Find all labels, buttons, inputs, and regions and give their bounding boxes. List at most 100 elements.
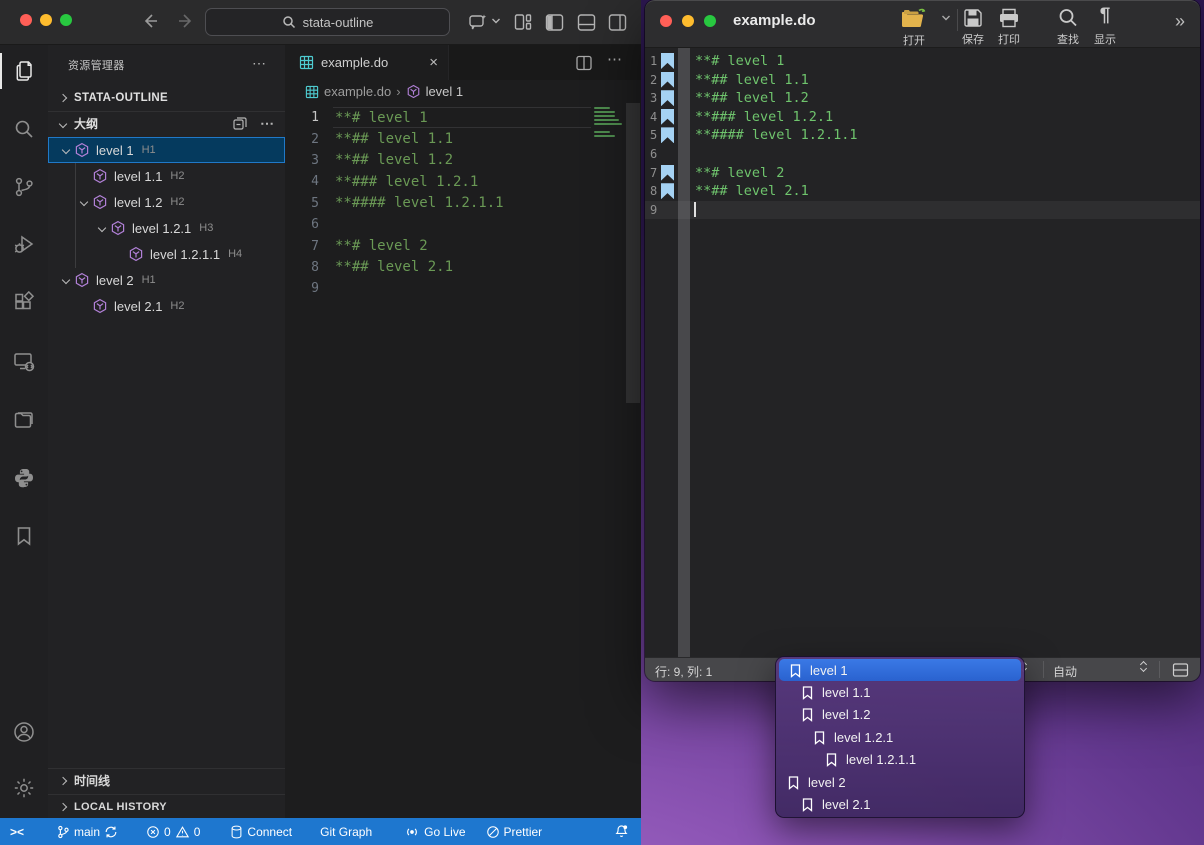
bookmark-flag-icon[interactable] — [661, 90, 674, 106]
settings-gear-icon[interactable] — [0, 766, 48, 810]
breadcrumb-file[interactable]: example.do — [324, 84, 391, 99]
back-arrow-icon[interactable] — [140, 11, 160, 31]
maximize-traffic-light[interactable] — [60, 14, 72, 26]
code-line: 8**## level 2.1 — [645, 182, 1200, 201]
save-button[interactable]: 保存 — [962, 7, 984, 47]
outline-item-level-1[interactable]: level 1 H1 — [48, 137, 285, 163]
prettier-item[interactable]: Prettier — [479, 818, 550, 845]
timeline-section-header[interactable]: 时间线 — [48, 768, 285, 792]
outline-section-header[interactable]: 大纲 ⋯ — [48, 111, 285, 135]
extensions-icon[interactable] — [0, 281, 48, 325]
outline-item-level-2-1[interactable]: level 2.1 H2 — [48, 293, 285, 319]
popup-item-level-2[interactable]: level 2 — [776, 771, 1024, 793]
outline-item-level-1-2[interactable]: level 1.2 H2 — [48, 189, 285, 215]
bookmark-flag-icon[interactable] — [661, 109, 674, 125]
bookmark-flag-icon[interactable] — [661, 72, 674, 88]
connect-item[interactable]: Connect — [223, 818, 299, 845]
editor-more-icon[interactable]: ⋯ — [607, 50, 623, 68]
auto-indent-select[interactable]: 自动 — [1053, 663, 1077, 680]
toggle-left-panel-icon[interactable] — [544, 12, 565, 33]
code-line: 6 — [645, 145, 1200, 164]
print-button[interactable]: 打印 — [997, 7, 1021, 47]
remote-explorer-icon[interactable] — [0, 340, 48, 384]
code-line: 5**#### level 1.2.1.1 — [285, 193, 641, 214]
bookmarks-icon[interactable] — [0, 514, 48, 558]
popup-item-level-1-2-1[interactable]: level 1.2.1 — [776, 726, 1024, 748]
collapse-all-icon[interactable] — [232, 116, 248, 132]
popup-item-level-1-1[interactable]: level 1.1 — [776, 681, 1024, 703]
popup-item-level-1[interactable]: level 1 — [779, 659, 1021, 681]
bookmark-popup-menu: level 1 level 1.1 level 1.2 level 1.2.1 … — [775, 656, 1025, 818]
problems-item[interactable]: 0 0 — [139, 818, 207, 845]
minimize-traffic-light[interactable] — [682, 15, 694, 27]
outline-item-level-2[interactable]: level 2 H1 — [48, 267, 285, 293]
git-graph-item[interactable]: Git Graph — [313, 818, 379, 845]
stata-code-editor[interactable]: 1**# level 1 2**## level 1.1 3**## level… — [645, 48, 1200, 657]
breadcrumb-symbol[interactable]: level 1 — [426, 84, 464, 99]
bookmark-flag-icon[interactable] — [661, 165, 674, 181]
copilot-chat-icon[interactable] — [468, 12, 488, 32]
maximize-traffic-light[interactable] — [704, 15, 716, 27]
code-line: 9 — [285, 278, 641, 299]
popup-item-level-1-2-1-1[interactable]: level 1.2.1.1 — [776, 749, 1024, 771]
editor-scrollbar[interactable] — [626, 103, 640, 403]
toolbar-overflow-icon[interactable]: » — [1175, 11, 1185, 32]
code-line: 6 — [285, 214, 641, 235]
code-line: 7**# level 2 — [285, 235, 641, 256]
outline-more-icon[interactable]: ⋯ — [260, 115, 275, 132]
show-invisibles-button[interactable]: ¶ 显示 — [1094, 5, 1116, 47]
bookmark-flag-icon[interactable] — [661, 127, 674, 143]
vscode-titlebar: stata-outline — [0, 0, 641, 45]
close-tab-icon[interactable]: × — [429, 54, 438, 71]
chevron-down-icon[interactable] — [491, 17, 501, 25]
split-view-icon[interactable] — [1172, 662, 1189, 678]
auto-select-stepper[interactable] — [1141, 662, 1146, 671]
toggle-right-panel-icon[interactable] — [607, 12, 628, 33]
open-button[interactable]: 打开 — [900, 6, 928, 48]
code-line: 8**## level 2.1 — [285, 257, 641, 278]
minimap[interactable] — [594, 107, 624, 139]
popup-item-level-1-2[interactable]: level 1.2 — [776, 704, 1024, 726]
project-manager-icon[interactable] — [0, 398, 48, 442]
code-line: 2**## level 1.1 — [645, 71, 1200, 90]
go-live-item[interactable]: Go Live — [397, 818, 472, 845]
editor-group: example.do × ⋯ example.do › level 1 1**#… — [285, 45, 641, 818]
explorer-icon[interactable] — [0, 49, 48, 93]
remote-indicator[interactable]: >< — [0, 818, 31, 845]
find-button[interactable]: 查找 — [1057, 7, 1079, 47]
outline-item-level-1-2-1-1[interactable]: level 1.2.1.1 H4 — [48, 241, 285, 267]
command-center-search[interactable]: stata-outline — [205, 8, 450, 36]
vscode-status-bar: >< main 0 0 Connect Git Graph Go Live Pr… — [0, 818, 641, 845]
tab-example-do[interactable]: example.do × — [285, 45, 449, 80]
vscode-window: stata-outline — [0, 0, 641, 845]
forward-arrow-icon[interactable] — [176, 11, 196, 31]
popup-item-level-2-1[interactable]: level 2.1 — [776, 793, 1024, 815]
code-line: 3**## level 1.2 — [645, 89, 1200, 108]
open-chevron-icon[interactable] — [941, 14, 951, 22]
toggle-bottom-panel-icon[interactable] — [576, 12, 597, 33]
accounts-icon[interactable] — [0, 710, 48, 754]
notifications-bell-icon[interactable] — [607, 818, 641, 845]
git-branch-item[interactable]: main — [49, 818, 125, 845]
close-traffic-light[interactable] — [660, 15, 672, 27]
bookmark-flag-icon[interactable] — [661, 183, 674, 199]
folder-section-header[interactable]: STATA-OUTLINE — [48, 87, 285, 109]
bookmark-flag-icon[interactable] — [661, 53, 674, 69]
run-debug-icon[interactable] — [0, 223, 48, 267]
minimize-traffic-light[interactable] — [40, 14, 52, 26]
outline-item-level-1-1[interactable]: level 1.1 H2 — [48, 163, 285, 189]
layout-customize-icon[interactable] — [513, 12, 533, 32]
explorer-sidebar: 资源管理器 ⋯ STATA-OUTLINE 大纲 ⋯ level 1 H1 — [48, 45, 285, 818]
source-control-icon[interactable] — [0, 165, 48, 209]
code-line: 4**### level 1.2.1 — [645, 108, 1200, 127]
local-history-section-header[interactable]: LOCAL HISTORY — [48, 794, 285, 818]
split-editor-icon[interactable] — [575, 54, 593, 72]
outline-item-level-1-2-1[interactable]: level 1.2.1 H3 — [48, 215, 285, 241]
sidebar-more-icon[interactable]: ⋯ — [252, 55, 267, 72]
outline-tree: level 1 H1 level 1.1 H2 level 1.2 H2 lev… — [48, 137, 285, 319]
breadcrumb[interactable]: example.do › level 1 — [285, 80, 641, 103]
python-icon[interactable] — [0, 456, 48, 500]
code-editor[interactable]: 1**# level 1 2**## level 1.1 3**## level… — [285, 103, 641, 818]
search-sidebar-icon[interactable] — [0, 107, 48, 151]
close-traffic-light[interactable] — [20, 14, 32, 26]
